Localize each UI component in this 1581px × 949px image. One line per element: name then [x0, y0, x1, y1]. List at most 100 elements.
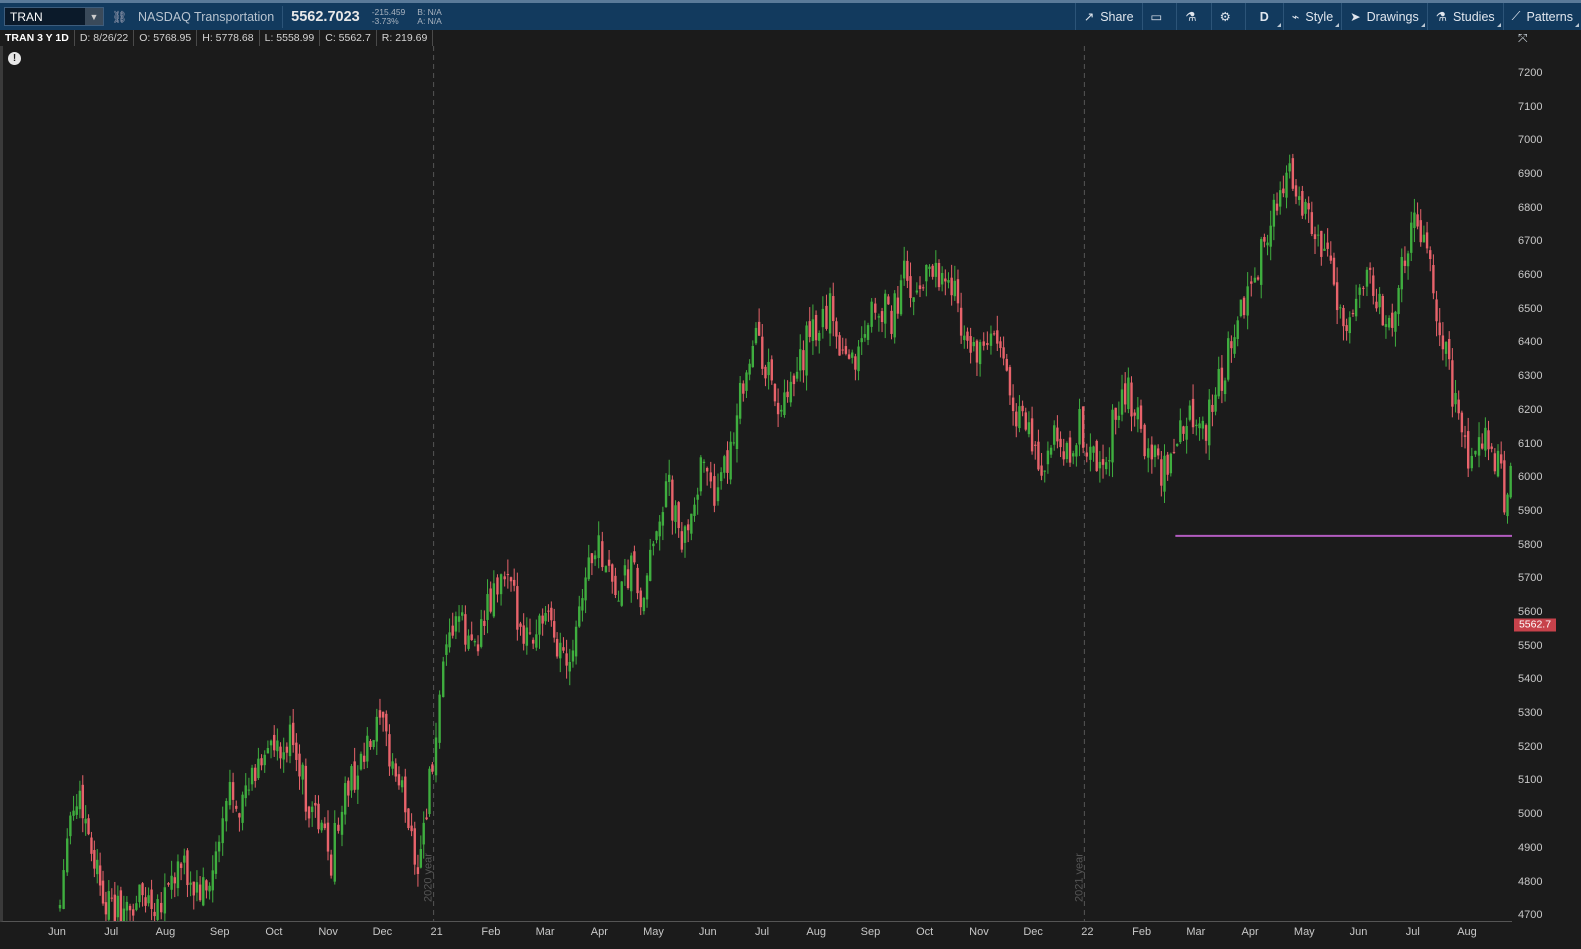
candle-body	[658, 521, 661, 537]
style-button[interactable]: ⌁ Style	[1282, 3, 1341, 30]
candle-body	[1056, 427, 1059, 442]
candle-body	[742, 383, 745, 394]
candle-body	[241, 794, 244, 823]
candle-body	[1072, 453, 1075, 457]
candle-body	[690, 513, 693, 534]
candle-body	[705, 467, 709, 472]
symbol-dropdown-icon[interactable]: ▼	[85, 8, 103, 25]
candle-body	[1153, 445, 1157, 458]
candle-body	[489, 588, 492, 612]
candle-body	[1425, 232, 1429, 249]
candle-body	[767, 361, 770, 376]
candle-body	[1156, 448, 1160, 456]
alert-info-icon[interactable]: !	[8, 52, 21, 65]
drawings-button[interactable]: ➤ Drawings	[1341, 3, 1427, 30]
candle-body	[75, 806, 78, 815]
candle-body	[1150, 444, 1154, 460]
candle-body	[547, 610, 550, 612]
link-icon[interactable]: ⛓	[112, 10, 127, 24]
candle-body	[866, 325, 870, 340]
studies-button[interactable]: ⚗ Studies	[1426, 3, 1503, 30]
compare-button[interactable]: ▭	[1141, 3, 1177, 30]
candle-body	[906, 260, 909, 281]
share-button[interactable]: ↗ Share	[1074, 3, 1142, 30]
candle-body	[1227, 338, 1230, 380]
candle-body	[87, 818, 90, 835]
candlestick-chart[interactable]: 2020 year2021 yearHi: 6949.44balance	[3, 46, 1512, 921]
candle-body	[1230, 341, 1233, 349]
percent-change: -3.73%	[371, 15, 399, 26]
candle-body	[693, 504, 696, 516]
candle-body	[445, 644, 448, 655]
patterns-button[interactable]: ⟋ Patterns	[1502, 3, 1581, 30]
flask-button[interactable]: ⚗	[1176, 3, 1210, 30]
candle-body	[1503, 460, 1506, 513]
candle-body	[838, 335, 841, 356]
price-axis[interactable]: 4700 4800 4900 5000 5100 5200 5300 5400 5500 5600…	[1512, 46, 1581, 922]
candle-body	[1256, 277, 1260, 280]
candle-body	[1053, 425, 1056, 445]
aggregation-button[interactable]: D	[1244, 3, 1283, 30]
symbol-description: NASDAQ Transportation	[138, 9, 275, 24]
candle-body	[235, 805, 238, 809]
info-high: H: 5778.68	[197, 30, 260, 46]
candle-body	[356, 775, 360, 790]
candle-body	[347, 780, 350, 796]
candle-body	[857, 346, 860, 372]
symbol-input[interactable]	[5, 9, 88, 24]
candle-body	[214, 851, 218, 874]
candle-body	[470, 634, 473, 641]
candle-body	[128, 905, 132, 911]
candle-body	[499, 574, 503, 595]
candle-body	[1068, 437, 1072, 463]
candle-body	[225, 800, 228, 822]
candle-body	[729, 441, 732, 480]
candle-body	[1477, 437, 1481, 456]
candle-body	[1024, 412, 1027, 430]
candle-body	[884, 293, 887, 324]
x-tick-label: Jul	[1405, 926, 1420, 938]
expand-toggle-icon[interactable]: ⤧	[1518, 31, 1534, 45]
compare-icon: ▭	[1150, 10, 1163, 24]
time-axis[interactable]: Jun Jul Aug Sep Oct Nov Dec 21 Feb Mar Apr May Jun Ju…	[0, 922, 1512, 949]
chart-title: TRAN 3 Y 1D	[0, 30, 75, 46]
candle-body	[841, 349, 844, 351]
share-icon: ↗	[1083, 10, 1095, 24]
x-tick-label: Jun	[698, 926, 717, 938]
candle-body	[639, 590, 642, 608]
candle-body	[122, 908, 126, 921]
candle-body	[1410, 222, 1413, 253]
x-tick-label: Sep	[209, 926, 230, 938]
price-chart[interactable]: 2020 year2021 yearHi: 6949.44balance	[0, 46, 1512, 922]
candle-body	[1217, 368, 1220, 397]
y-tick-label: 6400	[1518, 336, 1543, 349]
candle-body	[992, 333, 996, 335]
patterns-icon: ⟋	[1511, 9, 1521, 23]
y-tick-label: 7200	[1518, 66, 1543, 79]
corner-icon	[1276, 23, 1281, 27]
candle-body	[186, 850, 189, 886]
candle-body	[1098, 461, 1102, 469]
candle-body	[1487, 430, 1490, 450]
candle-body	[1130, 382, 1133, 417]
candle-body	[677, 502, 680, 529]
candle-body	[1419, 220, 1422, 243]
aggregation-label: D	[1259, 9, 1269, 24]
candle-body	[975, 340, 979, 363]
candle-body	[814, 314, 818, 341]
candle-body	[696, 494, 699, 500]
settings-button[interactable]: ⚙	[1210, 3, 1245, 30]
symbol-selector[interactable]: ▼	[4, 7, 104, 26]
candle-body	[607, 559, 611, 566]
candle-body	[509, 577, 513, 582]
candle-body	[825, 305, 828, 329]
candle-body	[535, 634, 538, 648]
candle-body	[1260, 239, 1263, 285]
candle-body	[295, 742, 298, 760]
candle-body	[921, 287, 925, 289]
candle-body	[350, 766, 353, 791]
candle-body	[93, 850, 96, 869]
candle-body	[808, 321, 811, 337]
last-price: 5562.7023	[291, 8, 360, 25]
candle-body	[1358, 287, 1361, 295]
